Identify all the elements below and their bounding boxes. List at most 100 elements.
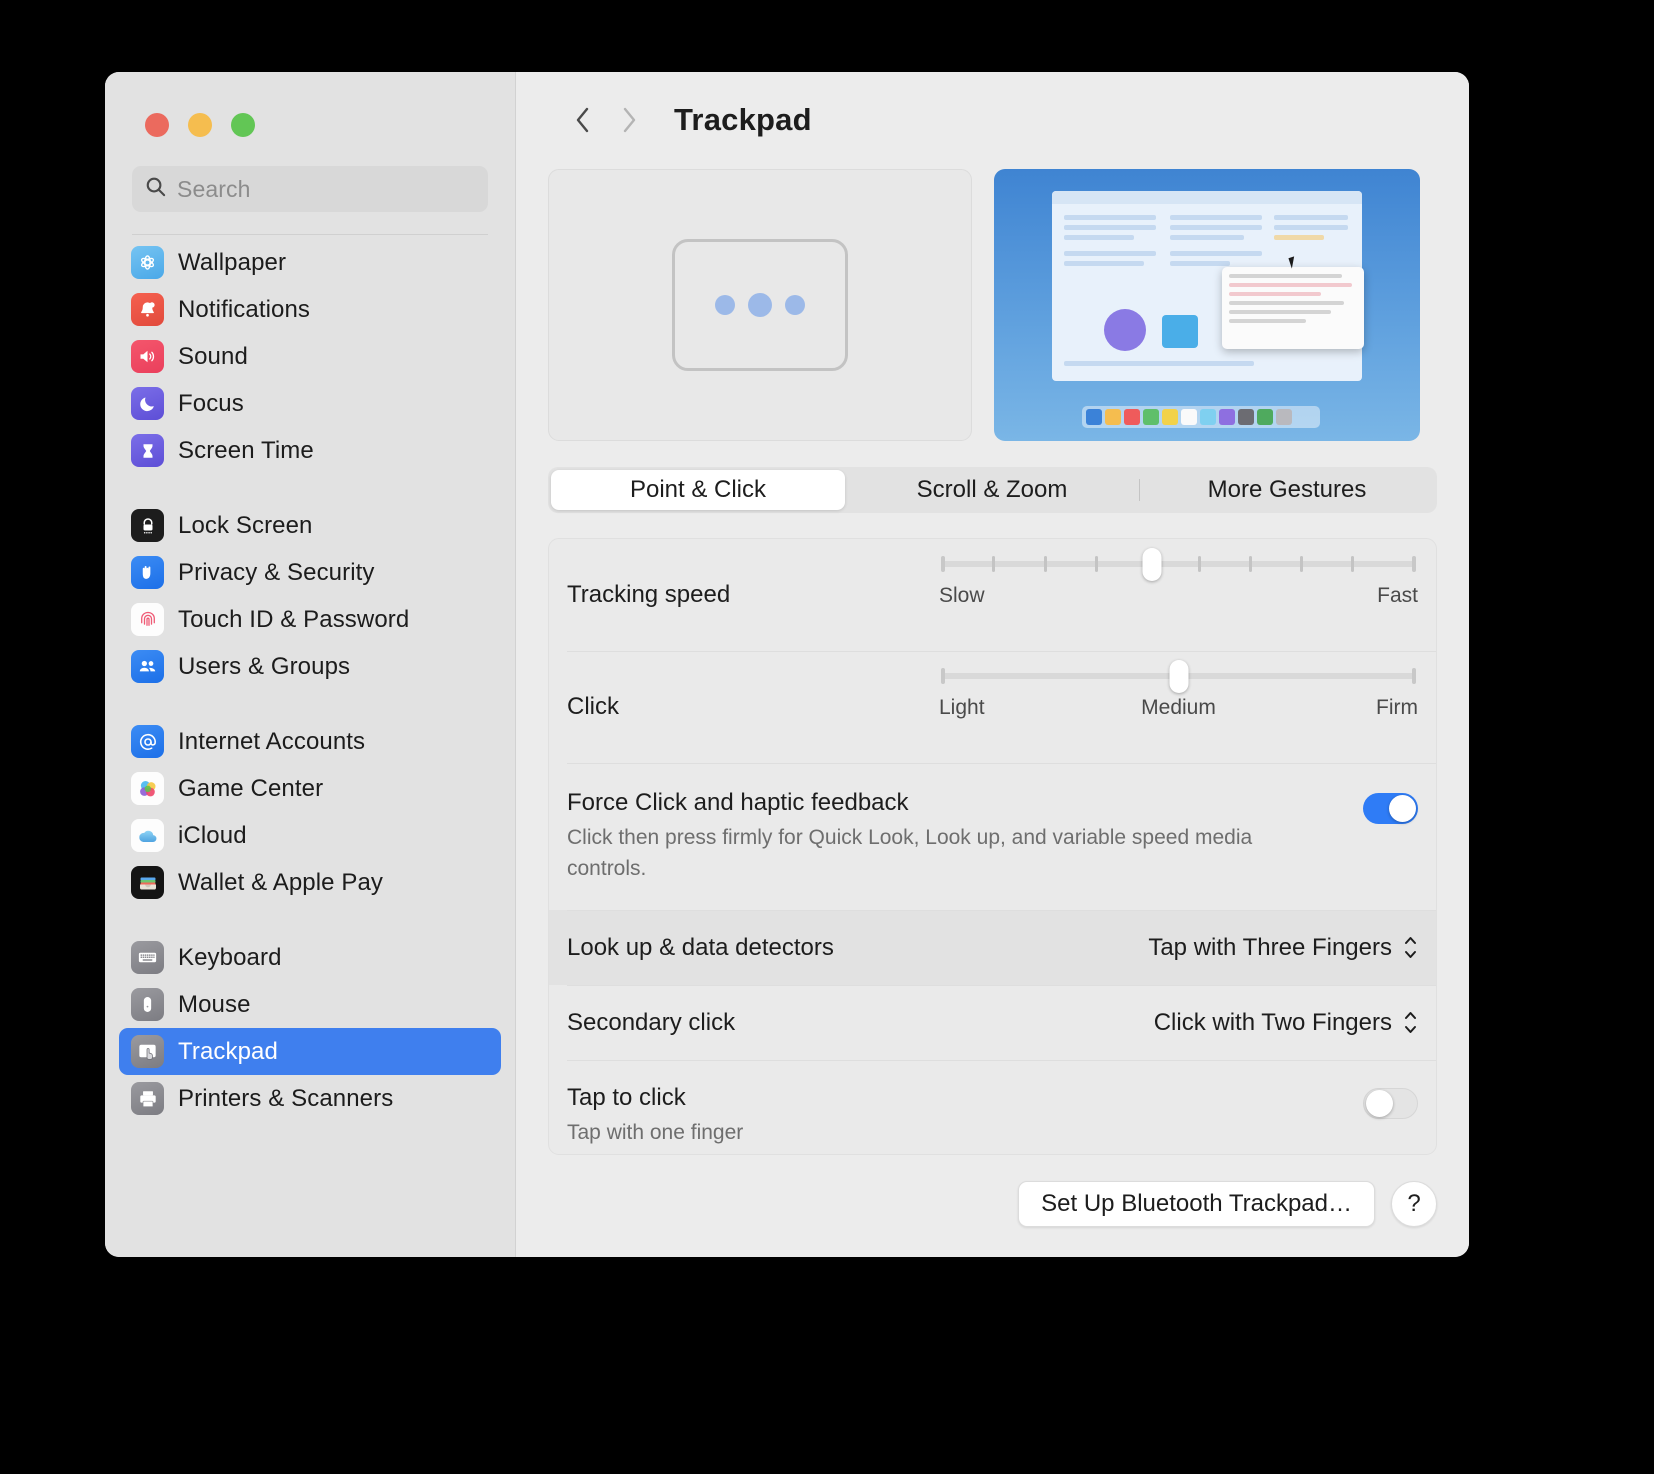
click-slider[interactable]: Light Medium Firm [939,660,1418,720]
sidebar-item-label: iCloud [178,821,247,849]
slider-thumb[interactable] [1142,548,1162,582]
row-click: Click Light Medium Firm [549,651,1436,763]
chevron-up-down-icon [1403,936,1418,959]
tab-label: More Gestures [1207,476,1367,504]
sidebar: Search Wallpaper Notifications Sound Foc… [105,72,516,1257]
settings-card: Tracking speed Slow Fast Click Light Med… [548,538,1437,1155]
sidebar-item-game-center[interactable]: Game Center [119,765,501,812]
finger-dot [715,294,735,315]
click-scale: Light Medium Firm [939,696,1418,720]
search-placeholder: Search [177,175,251,202]
slider-track[interactable] [941,548,1416,582]
sidebar-item-touch-id[interactable]: Touch ID & Password [119,596,501,643]
sidebar-item-label: Privacy & Security [178,558,375,586]
sidebar-item-sound[interactable]: Sound [119,333,501,380]
search-input[interactable]: Search [132,166,488,212]
preview-square-shape [1162,314,1198,348]
help-button[interactable]: ? [1391,1181,1437,1227]
close-button[interactable] [145,113,169,137]
sidebar-item-privacy-security[interactable]: Privacy & Security [119,549,501,596]
secondary-click-value: Click with Two Fingers [1153,1008,1392,1036]
setup-bluetooth-trackpad-button[interactable]: Set Up Bluetooth Trackpad… [1018,1181,1375,1227]
preview-lookup-popup [1222,266,1364,349]
sidebar-item-focus[interactable]: Focus [119,380,501,427]
users-groups-icon [131,650,164,683]
lock-screen-icon [131,509,164,542]
sidebar-item-label: Wallet & Apple Pay [178,868,384,896]
look-up-label: Look up & data detectors [567,933,834,961]
sidebar-item-trackpad[interactable]: Trackpad [119,1028,501,1075]
tap-to-click-toggle[interactable] [1363,1088,1418,1120]
sidebar-item-lock-screen[interactable]: Lock Screen [119,502,501,549]
toolbar: Trackpad [548,72,1437,169]
tap-to-click-description: Tap with one finger [567,1121,744,1145]
tracking-speed-slider[interactable]: Slow Fast [939,548,1418,608]
tab-bar: Point & Click Scroll & Zoom More Gesture… [548,466,1437,514]
sidebar-item-label: Notifications [178,295,311,323]
row-tap-to-click: Tap to click Tap with one finger [549,1060,1436,1154]
game-center-icon [131,772,164,805]
tracking-speed-max-label: Fast [1377,584,1418,608]
sidebar-item-label: Lock Screen [178,511,313,539]
click-label: Click [567,693,619,721]
sidebar-item-label: Mouse [178,990,251,1018]
tab-point-click[interactable]: Point & Click [551,469,845,511]
tab-more-gestures[interactable]: More Gestures [1140,470,1434,511]
footer-actions: Set Up Bluetooth Trackpad… ? [548,1155,1437,1257]
toggle-knob [1389,795,1416,823]
click-mid-label: Medium [1141,696,1216,720]
sidebar-item-internet-accounts[interactable]: Internet Accounts [119,718,501,765]
back-button[interactable] [560,97,606,143]
slider-thumb[interactable] [1169,660,1188,694]
sidebar-item-label: Keyboard [178,943,282,971]
sidebar-item-wallet[interactable]: Wallet & Apple Pay [119,859,501,906]
tracking-speed-min-label: Slow [939,584,985,608]
sidebar-item-wallpaper[interactable]: Wallpaper [119,239,501,286]
minimize-button[interactable] [188,113,212,137]
wallet-icon [131,866,164,899]
forward-button[interactable] [606,97,652,143]
maximize-button[interactable] [231,113,255,137]
sidebar-item-keyboard[interactable]: Keyboard [119,934,501,981]
secondary-click-popup-button[interactable]: Click with Two Fingers [1154,1009,1418,1037]
focus-icon [131,387,164,420]
trackpad-icon [131,1035,164,1068]
sidebar-item-label: Printers & Scanners [178,1084,394,1112]
row-force-click: Force Click and haptic feedback Click th… [549,763,1436,910]
sidebar-item-notifications[interactable]: Notifications [119,286,501,333]
look-up-popup-button[interactable]: Tap with Three Fingers [1148,934,1418,962]
tab-scroll-zoom[interactable]: Scroll & Zoom [845,470,1139,511]
trackpad-gesture-preview [548,168,972,441]
sidebar-item-icloud[interactable]: iCloud [119,812,501,859]
tracking-speed-scale: Slow Fast [939,584,1418,608]
main-content: Trackpad Point & Click Scroll & Zoom Mor… [516,72,1469,1257]
desktop-gesture-preview [994,168,1420,441]
sidebar-item-screen-time[interactable]: Screen Time [119,427,501,474]
search-container: Search [105,137,515,235]
sidebar-item-printers-scanners[interactable]: Printers & Scanners [119,1075,501,1122]
finger-dot [748,292,772,317]
tap-to-click-label: Tap to click [567,1084,686,1112]
row-secondary-click[interactable]: Secondary click Click with Two Fingers [549,985,1436,1060]
keyboard-icon [131,941,164,974]
finger-dot [785,294,805,315]
force-click-label: Force Click and haptic feedback [567,789,909,817]
sidebar-item-label: Sound [178,342,248,370]
slider-track[interactable] [941,660,1416,694]
preview-circle-shape [1104,308,1146,351]
preview-dock [1082,405,1320,428]
sidebar-item-mouse[interactable]: Mouse [119,981,501,1028]
sidebar-item-label: Touch ID & Password [178,605,410,633]
force-click-toggle[interactable] [1363,793,1418,825]
internet-accounts-icon [131,725,164,758]
row-look-up[interactable]: Look up & data detectors Tap with Three … [549,910,1436,986]
wallpaper-icon [131,246,164,279]
touch-id-icon [131,603,164,636]
traffic-light-buttons [105,72,515,137]
trackpad-shape-icon [672,238,848,371]
screen-time-icon [131,434,164,467]
sidebar-item-label: Focus [178,389,244,417]
sidebar-item-users-groups[interactable]: Users & Groups [119,643,501,690]
